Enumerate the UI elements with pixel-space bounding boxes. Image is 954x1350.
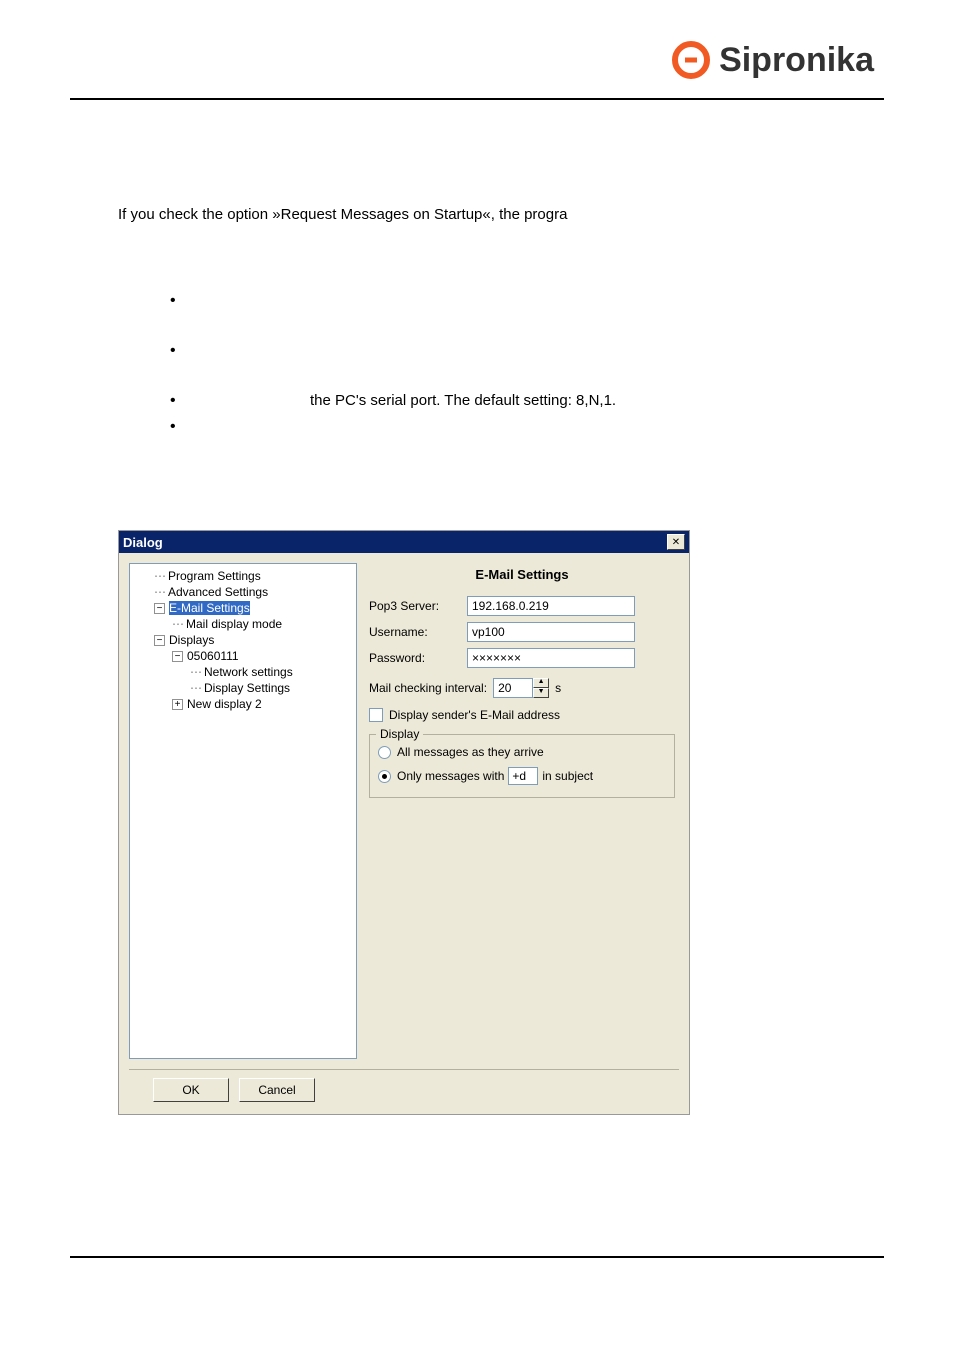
brand-name: Sipronika xyxy=(719,41,874,80)
show-sender-label: Display sender's E-Mail address xyxy=(389,708,560,722)
radio-only-prefix: Only messages with xyxy=(397,769,504,783)
chevron-down-icon[interactable]: ▼ xyxy=(533,688,549,698)
tree-email-settings[interactable]: −E-Mail Settings xyxy=(134,600,352,616)
intro-paragraph: If you check the option »Request Message… xyxy=(118,206,567,223)
show-sender-checkbox[interactable] xyxy=(369,708,383,722)
cancel-button[interactable]: Cancel xyxy=(239,1078,315,1102)
interval-input[interactable] xyxy=(493,678,533,698)
bullet-3-line-2: the PC's serial port. The default settin… xyxy=(310,392,616,409)
password-input[interactable] xyxy=(467,648,635,668)
dialog-title: Dialog xyxy=(123,535,163,550)
bullet-1 xyxy=(170,292,616,310)
subject-tag-input[interactable] xyxy=(508,767,538,785)
tree-display-settings[interactable]: ⋯Display Settings xyxy=(134,680,352,696)
radio-only-suffix: in subject xyxy=(542,769,593,783)
radio-all-messages[interactable] xyxy=(378,746,391,759)
pop3-label: Pop3 Server: xyxy=(369,599,467,613)
panel-title: E-Mail Settings xyxy=(369,567,675,582)
tree-advanced-settings[interactable]: ⋯Advanced Settings xyxy=(134,584,352,600)
tree-mail-display-mode[interactable]: ⋯Mail display mode xyxy=(134,616,352,632)
bullet-3: the PC's serial port. The default settin… xyxy=(170,392,616,410)
radio-all-label: All messages as they arrive xyxy=(397,745,544,759)
bullet-list: the PC's serial port. The default settin… xyxy=(170,292,616,468)
email-settings-panel: E-Mail Settings Pop3 Server: Username: P… xyxy=(365,563,679,1059)
expand-icon[interactable]: + xyxy=(172,699,183,710)
tree-displays[interactable]: −Displays xyxy=(134,632,352,648)
radio-only-messages[interactable] xyxy=(378,770,391,783)
password-label: Password: xyxy=(369,651,467,665)
chevron-up-icon[interactable]: ▲ xyxy=(533,678,549,688)
tree-network-settings[interactable]: ⋯Network settings xyxy=(134,664,352,680)
dialog-body: ⋯Program Settings ⋯Advanced Settings −E-… xyxy=(119,553,689,1069)
collapse-icon[interactable]: − xyxy=(154,603,165,614)
collapse-icon[interactable]: − xyxy=(154,635,165,646)
interval-unit: s xyxy=(555,681,561,695)
username-label: Username: xyxy=(369,625,467,639)
pop3-input[interactable] xyxy=(467,596,635,616)
dialog-titlebar[interactable]: Dialog ✕ xyxy=(119,531,689,553)
dialog-buttons: OK Cancel xyxy=(129,1069,679,1114)
interval-stepper[interactable]: ▲ ▼ xyxy=(533,678,549,698)
interval-label: Mail checking interval: xyxy=(369,681,487,695)
tree-program-settings[interactable]: ⋯Program Settings xyxy=(134,568,352,584)
bullet-4 xyxy=(170,418,616,436)
tree-display-id[interactable]: −05060111 xyxy=(134,648,352,664)
display-group: Display All messages as they arrive Only… xyxy=(369,734,675,798)
ok-button[interactable]: OK xyxy=(153,1078,229,1102)
display-group-legend: Display xyxy=(376,727,423,741)
footer-divider xyxy=(70,1256,884,1258)
bullet-2 xyxy=(170,342,616,360)
settings-tree[interactable]: ⋯Program Settings ⋯Advanced Settings −E-… xyxy=(129,563,357,1059)
close-icon[interactable]: ✕ xyxy=(667,534,685,550)
settings-dialog: Dialog ✕ ⋯Program Settings ⋯Advanced Set… xyxy=(118,530,690,1115)
brand-logo-icon xyxy=(671,40,711,80)
tree-new-display-2[interactable]: +New display 2 xyxy=(134,696,352,712)
username-input[interactable] xyxy=(467,622,635,642)
header-divider xyxy=(70,98,884,100)
collapse-icon[interactable]: − xyxy=(172,651,183,662)
page-header: Sipronika xyxy=(671,40,874,80)
